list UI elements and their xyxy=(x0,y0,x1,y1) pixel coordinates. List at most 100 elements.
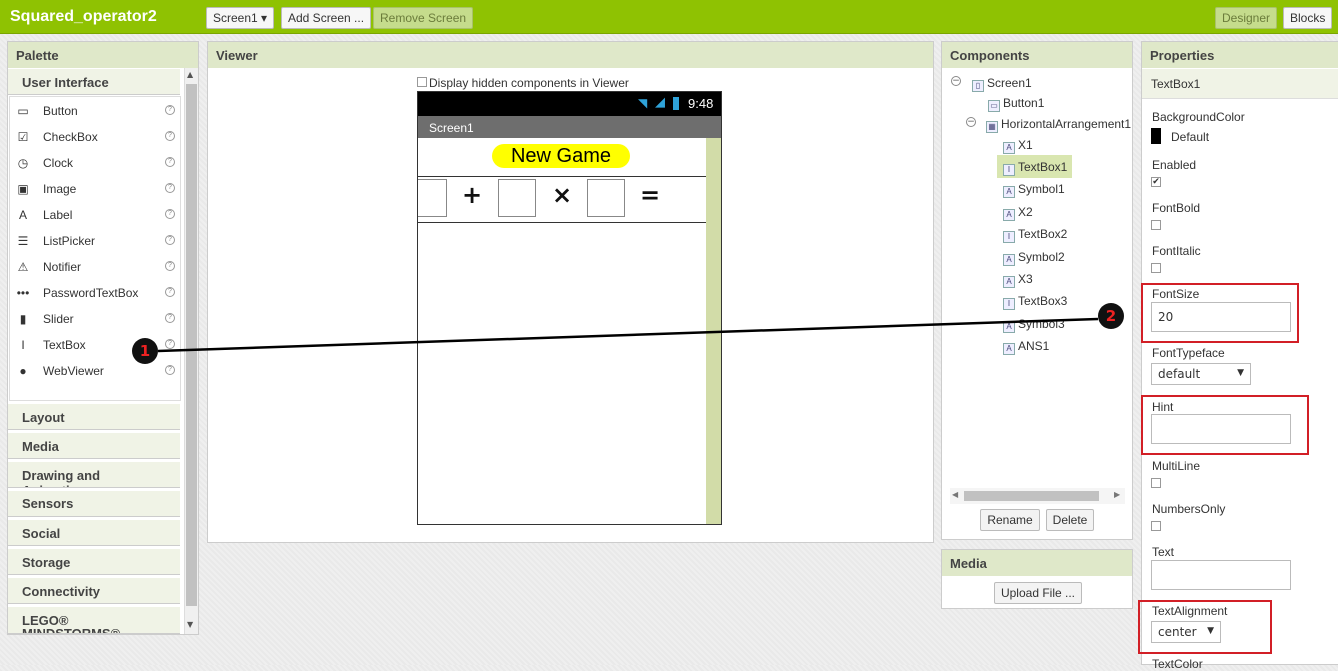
hint-input[interactable] xyxy=(1151,414,1291,444)
palette-item-listpicker[interactable]: ☰ ListPicker? xyxy=(14,231,175,253)
palette-item-notifier[interactable]: ⚠ Notifier? xyxy=(14,257,175,279)
palette-category-user-interface[interactable]: User Interface xyxy=(8,69,180,95)
fonttypeface-label: FontTypeface xyxy=(1152,346,1225,360)
components-hscrollbar[interactable]: ◀ ▶ xyxy=(950,488,1125,504)
component-label: Button1 xyxy=(1003,96,1045,110)
component-label: Symbol3 xyxy=(1018,317,1065,331)
component-symbol3[interactable]: A Symbol3 xyxy=(1003,317,1065,333)
palette-scrollbar[interactable]: ▲ ▼ xyxy=(184,68,198,634)
palette-category-drawing[interactable]: Drawing and Animation xyxy=(8,462,180,488)
help-icon[interactable]: ? xyxy=(165,209,175,219)
enabled-checkbox[interactable]: ✔ xyxy=(1151,177,1161,187)
help-icon[interactable]: ? xyxy=(165,105,175,115)
help-icon[interactable]: ? xyxy=(165,157,175,167)
palette-item-image[interactable]: ▣ Image? xyxy=(14,179,175,201)
palette-item-webviewer[interactable]: ● WebViewer? xyxy=(14,361,175,383)
scroll-right-icon[interactable]: ▶ xyxy=(1114,490,1120,499)
blocks-button[interactable]: Blocks xyxy=(1283,7,1333,29)
palette-category-lego[interactable]: LEGO® MINDSTORMS® xyxy=(8,607,180,634)
help-icon[interactable]: ? xyxy=(165,183,175,193)
scroll-thumb[interactable] xyxy=(186,84,197,606)
palette-item-label: Button xyxy=(43,104,78,118)
palette-item-checkbox[interactable]: ☑ CheckBox? xyxy=(14,127,175,149)
scroll-left-icon[interactable]: ◀ xyxy=(952,490,958,499)
signal-icon: ◢ xyxy=(655,95,665,110)
help-icon[interactable]: ? xyxy=(165,365,175,375)
backgroundcolor-label: BackgroundColor xyxy=(1152,110,1245,124)
component-ans1[interactable]: A ANS1 xyxy=(1003,339,1049,355)
label-icon: A xyxy=(1003,321,1015,333)
battery-icon xyxy=(673,97,679,110)
designer-button[interactable]: Designer xyxy=(1215,7,1278,29)
arrangement-icon: ▦ xyxy=(986,121,998,133)
backgroundcolor-value[interactable]: Default xyxy=(1171,130,1209,144)
screen-select[interactable]: Screen1 ▾ xyxy=(206,7,275,29)
palette-item-label[interactable]: A Label? xyxy=(14,205,175,227)
hidden-components-checkbox[interactable] xyxy=(417,77,427,87)
textbox2-preview[interactable] xyxy=(498,179,536,217)
palette-category-media[interactable]: Media xyxy=(8,433,180,459)
textbox-icon: I xyxy=(1003,298,1015,310)
textcolor-label: TextColor xyxy=(1152,657,1203,671)
component-button1[interactable]: ▭ Button1 xyxy=(988,96,1044,112)
rename-button[interactable]: Rename xyxy=(980,509,1040,531)
textbox3-preview[interactable] xyxy=(587,179,625,217)
numbersonly-checkbox[interactable] xyxy=(1151,521,1161,531)
help-icon[interactable]: ? xyxy=(165,313,175,323)
collapse-arrangement-icon[interactable]: − xyxy=(966,117,976,127)
text-input[interactable] xyxy=(1151,560,1291,590)
component-x3[interactable]: A X3 xyxy=(1003,272,1033,288)
palette-category-sensors[interactable]: Sensors xyxy=(8,491,180,517)
collapse-screen1-icon[interactable]: − xyxy=(951,76,961,86)
palette-item-slider[interactable]: ▮ Slider? xyxy=(14,309,175,331)
palette-item-button[interactable]: ▭ Button? xyxy=(14,101,175,123)
component-textbox1[interactable]: I TextBox1 xyxy=(1003,160,1067,176)
palette-category-social[interactable]: Social xyxy=(8,520,180,546)
component-symbol1[interactable]: A Symbol1 xyxy=(1003,182,1065,198)
fontsize-label: FontSize xyxy=(1152,287,1200,301)
component-symbol2[interactable]: A Symbol2 xyxy=(1003,250,1065,266)
fontbold-checkbox[interactable] xyxy=(1151,220,1161,230)
palette-category-storage[interactable]: Storage xyxy=(8,549,180,575)
multiline-checkbox[interactable] xyxy=(1151,478,1161,488)
palette-item-label: WebViewer xyxy=(43,364,104,378)
scroll-up-icon[interactable]: ▲ xyxy=(187,70,193,79)
help-icon[interactable]: ? xyxy=(165,235,175,245)
textbox1-preview[interactable] xyxy=(418,179,447,217)
add-screen-button[interactable]: Add Screen ... xyxy=(281,7,372,29)
palette-item-passwordtextbox[interactable]: ••• PasswordTextBox? xyxy=(14,283,175,305)
hscroll-thumb[interactable] xyxy=(964,491,1099,501)
scroll-down-icon[interactable]: ▼ xyxy=(187,620,193,629)
palette-category-connectivity[interactable]: Connectivity xyxy=(8,578,180,604)
textalignment-select[interactable]: center ▼ xyxy=(1151,621,1221,643)
help-icon[interactable]: ? xyxy=(165,287,175,297)
dropdown-arrow-icon: ▼ xyxy=(1207,626,1214,636)
hidden-components-label: Display hidden components in Viewer xyxy=(429,76,629,90)
upload-file-button[interactable]: Upload File ... xyxy=(994,582,1082,604)
media-title: Media xyxy=(942,550,1132,576)
clock-time: 9:48 xyxy=(688,96,714,111)
palette-item-label: Notifier xyxy=(43,260,82,274)
component-textbox2[interactable]: I TextBox2 xyxy=(1003,227,1067,243)
fontitalic-checkbox[interactable] xyxy=(1151,263,1161,273)
component-horizontalarrangement1[interactable]: ▦ HorizontalArrangement1 xyxy=(986,117,1131,133)
fontsize-input[interactable]: 20 xyxy=(1151,302,1291,332)
help-icon[interactable]: ? xyxy=(165,131,175,141)
help-icon[interactable]: ? xyxy=(165,261,175,271)
component-screen1[interactable]: ▯ Screen1 xyxy=(972,76,1032,92)
help-icon[interactable]: ? xyxy=(165,339,175,349)
component-x1[interactable]: A X1 xyxy=(1003,138,1033,154)
textbox-icon: I xyxy=(21,338,25,352)
remove-screen-button[interactable]: Remove Screen xyxy=(373,7,474,29)
fonttypeface-select[interactable]: default ▼ xyxy=(1151,363,1251,385)
component-textbox3[interactable]: I TextBox3 xyxy=(1003,294,1067,310)
new-game-button[interactable]: New Game xyxy=(492,144,630,168)
component-label: X1 xyxy=(1018,138,1033,152)
backgroundcolor-swatch[interactable] xyxy=(1151,128,1161,144)
component-x2[interactable]: A X2 xyxy=(1003,205,1033,221)
palette-item-clock[interactable]: ◷ Clock? xyxy=(14,153,175,175)
delete-button[interactable]: Delete xyxy=(1046,509,1094,531)
palette-item-label: Slider xyxy=(43,312,74,326)
palette-category-layout[interactable]: Layout xyxy=(8,404,180,430)
notifier-icon: ⚠ xyxy=(17,260,29,274)
